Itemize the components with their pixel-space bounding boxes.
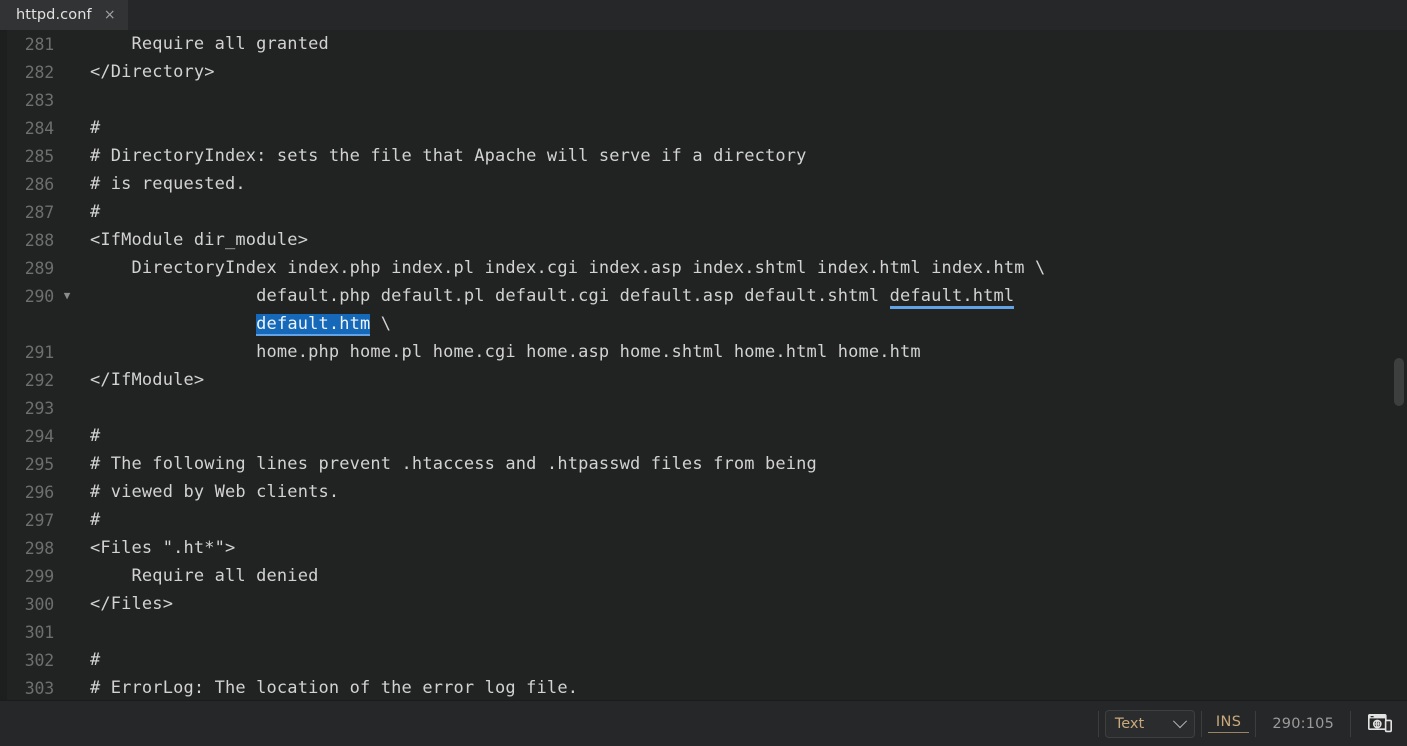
line290-segment-c: \ bbox=[370, 314, 392, 334]
code-line[interactable]: 297 # bbox=[0, 506, 1407, 534]
code-text-area[interactable]: 281 Require all granted 282 </Directory>… bbox=[0, 30, 1407, 700]
line-number: 303 bbox=[24, 678, 54, 698]
line-text: <Files ".ht*"> bbox=[90, 538, 236, 558]
code-line[interactable]: 302 # bbox=[0, 646, 1407, 674]
line-number: 295 bbox=[24, 454, 54, 474]
line-text: home.php home.pl home.cgi home.asp home.… bbox=[90, 342, 921, 362]
browser-device-preview-icon[interactable] bbox=[1363, 709, 1397, 739]
tab-bar: httpd.conf × bbox=[0, 0, 1407, 31]
line290-segment-a: default.php default.pl default.cgi defau… bbox=[90, 286, 890, 306]
line-text: Require all granted bbox=[90, 34, 329, 54]
line-text: </Directory> bbox=[90, 62, 215, 82]
code-editor-window: httpd.conf × 281 Require all granted 282… bbox=[0, 0, 1407, 746]
code-line[interactable]: 292 </IfModule> bbox=[0, 366, 1407, 394]
code-line[interactable]: 285 # DirectoryIndex: sets the file that… bbox=[0, 142, 1407, 170]
line-number: 302 bbox=[24, 650, 54, 670]
line-number: 292 bbox=[24, 370, 54, 390]
line-text: default.php default.pl default.cgi defau… bbox=[90, 286, 1014, 306]
line-text: Require all denied bbox=[90, 566, 319, 586]
code-line[interactable]: 300 </Files> bbox=[0, 590, 1407, 618]
line-text: # ErrorLog: The location of the error lo… bbox=[90, 678, 579, 698]
line-text: # is requested. bbox=[90, 174, 246, 194]
line-number: 283 bbox=[24, 90, 54, 110]
line-number: 287 bbox=[24, 202, 54, 222]
line-text: # bbox=[90, 650, 101, 670]
code-line[interactable]: 288 <IfModule dir_module> bbox=[0, 226, 1407, 254]
code-line-290[interactable]: 290 ▼ default.php default.pl default.cgi… bbox=[0, 282, 1407, 310]
code-line[interactable]: 295 # The following lines prevent .htacc… bbox=[0, 450, 1407, 478]
line-number: 281 bbox=[24, 34, 54, 54]
line-number: 284 bbox=[24, 118, 54, 138]
line-number: 300 bbox=[24, 594, 54, 614]
line-text: default.htm \ bbox=[90, 314, 391, 334]
line-number: 296 bbox=[24, 482, 54, 502]
syntax-mode-select[interactable]: Text bbox=[1104, 709, 1195, 738]
status-divider bbox=[1350, 710, 1351, 737]
line-text: <IfModule dir_module> bbox=[90, 230, 309, 250]
line-number: 286 bbox=[24, 174, 54, 194]
tab-httpd-conf[interactable]: httpd.conf × bbox=[0, 0, 128, 30]
syntax-mode-label: Text bbox=[1114, 715, 1145, 732]
line-text: </Files> bbox=[90, 594, 174, 614]
code-line[interactable]: 283 bbox=[0, 86, 1407, 114]
line-number: 288 bbox=[24, 230, 54, 250]
line-number: 299 bbox=[24, 566, 54, 586]
line-text: # DirectoryIndex: sets the file that Apa… bbox=[90, 146, 807, 166]
status-divider bbox=[1255, 710, 1257, 737]
code-line[interactable]: 298 <Files ".ht*"> bbox=[0, 534, 1407, 562]
line-text: DirectoryIndex index.php index.pl index.… bbox=[90, 258, 1046, 278]
editor-area[interactable]: 281 Require all granted 282 </Directory>… bbox=[0, 30, 1407, 700]
line-text: # The following lines prevent .htaccess … bbox=[90, 454, 817, 474]
line-number: 291 bbox=[24, 342, 54, 362]
tab-label: httpd.conf bbox=[16, 7, 92, 23]
code-line[interactable]: 289 DirectoryIndex index.php index.pl in… bbox=[0, 254, 1407, 282]
status-divider bbox=[1097, 710, 1099, 737]
status-divider bbox=[1200, 710, 1202, 737]
code-line[interactable]: 281 Require all granted bbox=[0, 30, 1407, 58]
fold-collapse-icon[interactable]: ▼ bbox=[60, 282, 74, 310]
text-selection-default-htm[interactable]: default.htm bbox=[256, 314, 371, 334]
cursor-position-label: 290:105 bbox=[1272, 715, 1334, 732]
code-line[interactable]: 287 # bbox=[0, 198, 1407, 226]
line-number: 294 bbox=[24, 426, 54, 446]
search-occurrence-default-html: default.html bbox=[889, 286, 1015, 306]
code-line-290-continuation[interactable]: default.htm \ bbox=[0, 310, 1407, 338]
line-number: 282 bbox=[24, 62, 54, 82]
line-number: 297 bbox=[24, 510, 54, 530]
line-number: 293 bbox=[24, 398, 54, 418]
close-icon[interactable]: × bbox=[104, 8, 116, 22]
status-bar: Text INS 290:105 bbox=[0, 700, 1407, 746]
line-number: 290 bbox=[24, 286, 54, 306]
code-line[interactable]: 296 # viewed by Web clients. bbox=[0, 478, 1407, 506]
line-text: </IfModule> bbox=[90, 370, 205, 390]
line-text: # bbox=[90, 510, 101, 530]
code-line[interactable]: 293 bbox=[0, 394, 1407, 422]
line-number: 289 bbox=[24, 258, 54, 278]
code-line[interactable]: 294 # bbox=[0, 422, 1407, 450]
line290-wrap-indent bbox=[90, 314, 256, 334]
line-text: # bbox=[90, 118, 101, 138]
code-line[interactable]: 301 bbox=[0, 618, 1407, 646]
code-line[interactable]: 284 # bbox=[0, 114, 1407, 142]
code-line[interactable]: 303 # ErrorLog: The location of the erro… bbox=[0, 674, 1407, 700]
line-number: 301 bbox=[24, 622, 54, 642]
vertical-scroll-thumb[interactable] bbox=[1394, 358, 1404, 406]
chevron-down-icon bbox=[1172, 713, 1187, 728]
vertical-scrollbar[interactable] bbox=[1390, 30, 1407, 700]
line-number: 285 bbox=[24, 146, 54, 166]
code-line[interactable]: 291 home.php home.pl home.cgi home.asp h… bbox=[0, 338, 1407, 366]
line-text: # bbox=[90, 426, 101, 446]
line-number: 298 bbox=[24, 538, 54, 558]
code-line[interactable]: 282 </Directory> bbox=[0, 58, 1407, 86]
line-text: # bbox=[90, 202, 101, 222]
insert-mode-toggle[interactable]: INS bbox=[1207, 714, 1250, 733]
line-text: # viewed by Web clients. bbox=[90, 482, 340, 502]
code-line[interactable]: 299 Require all denied bbox=[0, 562, 1407, 590]
code-line[interactable]: 286 # is requested. bbox=[0, 170, 1407, 198]
